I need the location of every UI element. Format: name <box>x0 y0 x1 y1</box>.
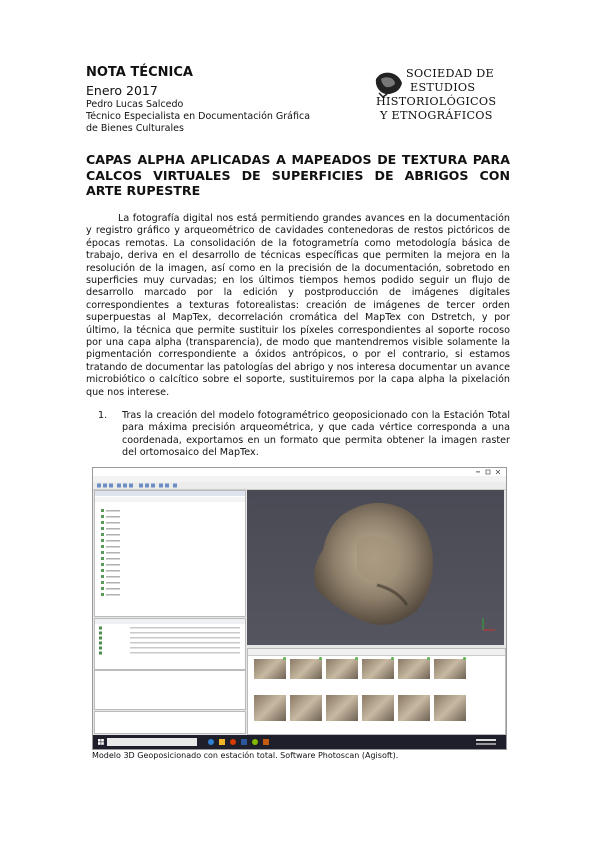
photo-thumbnail[interactable] <box>398 695 430 721</box>
photo-thumbnail[interactable] <box>362 659 394 679</box>
chunk-tree <box>95 491 245 596</box>
reference-pane <box>94 618 246 670</box>
photo-thumbnail[interactable] <box>290 659 322 679</box>
os-taskbar <box>93 735 506 749</box>
photo-thumbnail[interactable] <box>434 695 466 721</box>
check-icon <box>319 657 322 660</box>
window-toolbar <box>93 482 506 490</box>
taskbar-search-box[interactable] <box>107 738 197 746</box>
body-paragraph: La fotografía digital nos está permitien… <box>86 213 510 398</box>
list-item-text: Tras la creación del modelo fotogramétri… <box>122 410 510 459</box>
photo-thumbnail[interactable] <box>290 695 322 721</box>
logo-line-1: SOCIEDAD DE <box>406 67 494 80</box>
rock-model <box>314 502 495 631</box>
check-icon <box>355 657 358 660</box>
check-icon <box>427 657 430 660</box>
society-logo: SOCIEDAD DE ESTUDIOS HISTORIOLÓGICOS Y E… <box>373 67 513 129</box>
photoscan-screenshot <box>92 467 507 750</box>
article-title: CAPAS ALPHA APLICADAS A MAPEADOS DE TEXT… <box>86 152 510 198</box>
note-date: Enero 2017 <box>86 83 158 98</box>
figure-caption: Modelo 3D Geoposicionado con estación to… <box>92 751 399 760</box>
photos-pane <box>247 648 506 735</box>
windows-start-icon[interactable] <box>96 735 106 749</box>
photo-thumbnail[interactable] <box>362 695 394 721</box>
photo-thumbnail[interactable] <box>398 659 430 679</box>
note-title: NOTA TÉCNICA <box>86 65 193 80</box>
check-icon <box>283 657 286 660</box>
check-icon <box>391 657 394 660</box>
logo-line-3: HISTORIOLÓGICOS <box>376 95 497 108</box>
author-role-cont: de Bienes Culturales <box>86 123 184 134</box>
photo-thumbnail[interactable] <box>326 659 358 679</box>
properties-pane <box>94 670 246 710</box>
logo-line-2: ESTUDIOS <box>410 81 476 94</box>
photo-thumbnail[interactable] <box>254 659 286 679</box>
taskbar-app-icons[interactable] <box>203 735 303 749</box>
numbered-list: 1. Tras la creación del modelo fotogramé… <box>98 410 510 460</box>
logo-line-4: Y ETNOGRÁFICOS <box>380 109 493 122</box>
list-item-number: 1. <box>98 410 108 421</box>
author-role: Técnico Especialista en Documentación Gr… <box>86 111 311 122</box>
model-viewport[interactable] <box>247 490 504 645</box>
photo-thumbnail[interactable] <box>326 695 358 721</box>
workspace-pane <box>94 490 246 617</box>
photo-thumbnail[interactable] <box>434 659 466 679</box>
system-tray-icon <box>476 739 496 745</box>
reference-table <box>95 619 245 655</box>
photo-thumbnail[interactable] <box>254 695 286 721</box>
author-name: Pedro Lucas Salcedo <box>86 99 184 110</box>
check-icon <box>463 657 466 660</box>
window-titlebar <box>93 468 506 476</box>
article-body: La fotografía digital nos está permitien… <box>86 213 510 399</box>
console-pane <box>94 711 246 734</box>
window-controls-icon <box>476 469 501 475</box>
toolbar-icons <box>97 483 177 488</box>
